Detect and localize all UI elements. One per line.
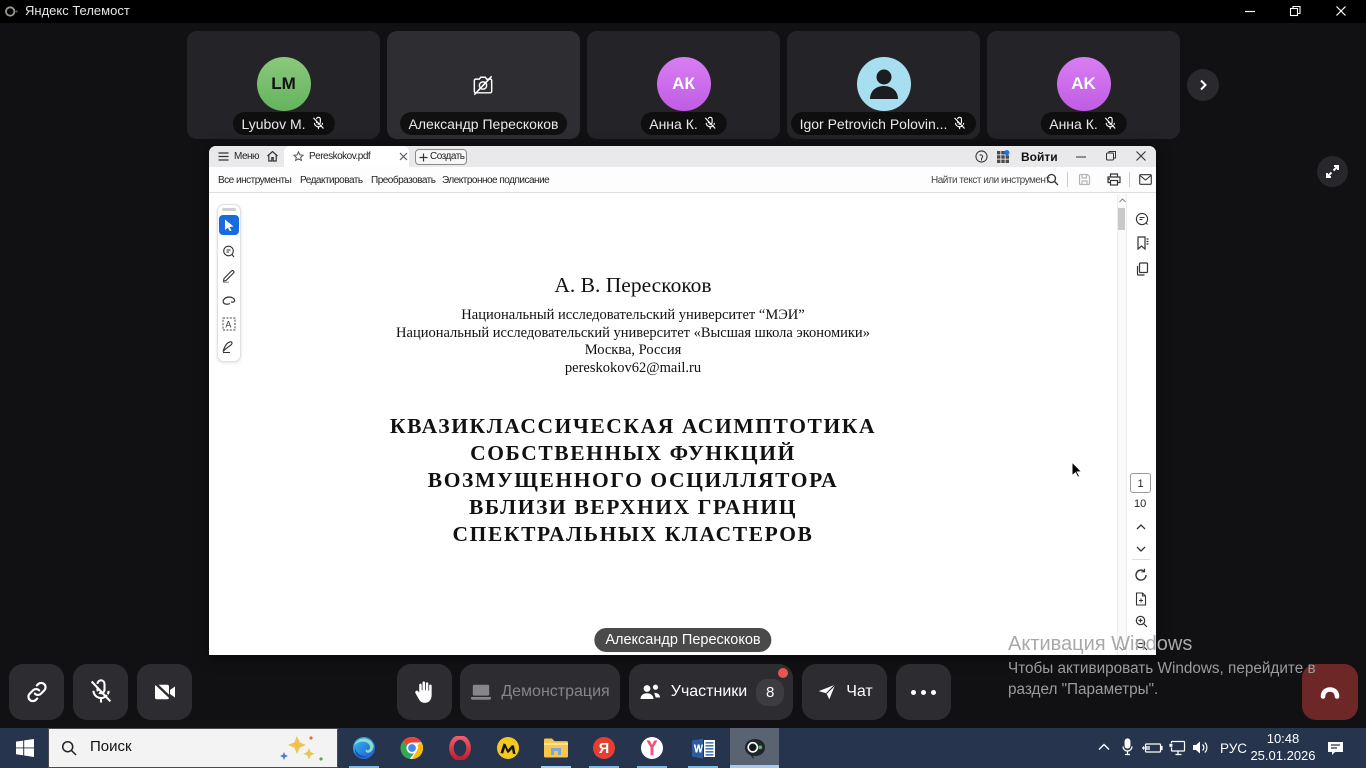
svg-text:A: A — [225, 319, 231, 329]
svg-text:Я: Я — [599, 741, 609, 757]
